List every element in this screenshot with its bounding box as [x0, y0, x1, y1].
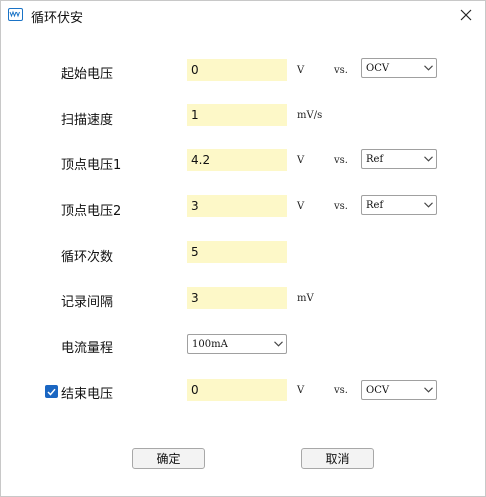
- vertex2-ref-select[interactable]: Ref: [361, 195, 437, 215]
- end-potential-label: 结束电压: [61, 387, 114, 402]
- chevron-down-icon: [420, 387, 436, 393]
- vertex1-vs: vs.: [334, 155, 348, 166]
- vertex1-ref-value: Ref: [366, 153, 384, 165]
- scan-rate-input[interactable]: [187, 104, 287, 126]
- chevron-down-icon: [420, 156, 436, 162]
- end-potential-ref-select[interactable]: OCV: [361, 380, 437, 400]
- start-potential-vs: vs.: [334, 65, 348, 76]
- record-interval-input[interactable]: [187, 287, 287, 309]
- cycles-label: 循环次数: [61, 250, 114, 265]
- end-potential-ref-value: OCV: [366, 384, 390, 396]
- start-potential-ref-select[interactable]: OCV: [361, 58, 437, 78]
- vertex2-label: 顶点电压2: [61, 204, 122, 219]
- vertex2-ref-value: Ref: [366, 199, 384, 211]
- close-icon: [460, 9, 472, 21]
- checkmark-icon: [47, 388, 56, 396]
- start-potential-label: 起始电压: [61, 67, 114, 82]
- chevron-down-icon: [270, 341, 286, 347]
- title-bar: 循环伏安: [1, 1, 485, 30]
- chevron-down-icon: [420, 65, 436, 71]
- current-range-value: 100mA: [192, 338, 228, 350]
- current-range-label: 电流量程: [61, 341, 114, 356]
- close-button[interactable]: [451, 3, 481, 27]
- vertex1-label: 顶点电压1: [61, 158, 122, 173]
- start-potential-ref-value: OCV: [366, 62, 390, 74]
- start-potential-unit: V: [297, 65, 305, 76]
- cv-dialog-window: 循环伏安 起始电压 V vs. OCV 扫描速度 mV/s 顶点电压1 V vs…: [0, 0, 486, 497]
- record-interval-unit: mV: [297, 293, 314, 304]
- cycles-input[interactable]: [187, 241, 287, 263]
- vertex1-unit: V: [297, 155, 305, 166]
- vertex2-input[interactable]: [187, 195, 287, 217]
- vertex2-unit: V: [297, 201, 305, 212]
- record-interval-label: 记录间隔: [61, 295, 114, 310]
- window-title: 循环伏安: [31, 11, 84, 26]
- end-potential-input[interactable]: [187, 379, 287, 401]
- chevron-down-icon: [420, 202, 436, 208]
- current-range-select[interactable]: 100mA: [187, 334, 287, 354]
- cancel-button[interactable]: 取消: [301, 448, 374, 469]
- start-potential-input[interactable]: [187, 59, 287, 81]
- ok-button[interactable]: 确定: [132, 448, 205, 469]
- end-potential-checkbox[interactable]: [45, 385, 58, 398]
- app-icon: [8, 8, 23, 21]
- scan-rate-unit: mV/s: [297, 110, 323, 121]
- vertex1-input[interactable]: [187, 149, 287, 171]
- vertex1-ref-select[interactable]: Ref: [361, 149, 437, 169]
- vertex2-vs: vs.: [334, 201, 348, 212]
- end-potential-vs: vs.: [334, 385, 348, 396]
- scan-rate-label: 扫描速度: [61, 113, 114, 128]
- end-potential-unit: V: [297, 385, 305, 396]
